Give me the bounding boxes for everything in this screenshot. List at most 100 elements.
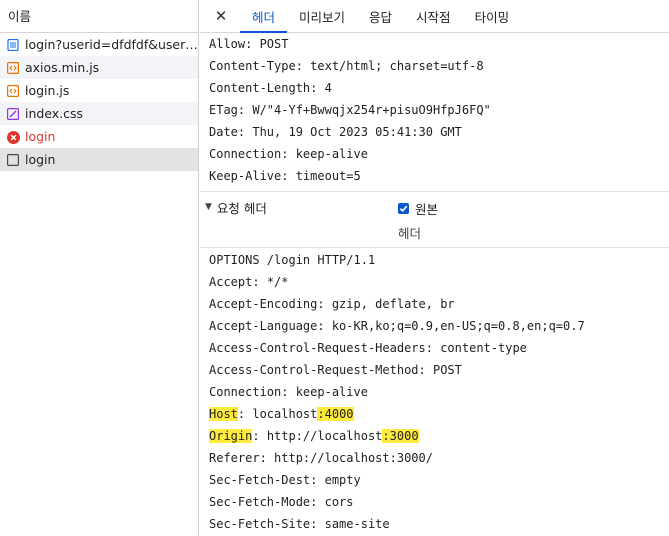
- header-value: POST: [259, 37, 289, 51]
- header-line: Sec-Fetch-Site: same-site: [209, 517, 390, 531]
- header-value: timeout=5: [295, 169, 361, 183]
- request-row[interactable]: login.js: [0, 79, 198, 102]
- name-column-header[interactable]: 이름: [0, 0, 198, 33]
- request-name: login?userid=dfdfdf&userpassword=: [25, 37, 198, 52]
- request-list: login?userid=dfdfdf&userpassword= axios.m…: [0, 33, 198, 171]
- header-line: Host: localhost:4000: [209, 407, 354, 421]
- header-line: Accept-Encoding: gzip, deflate, br: [209, 297, 455, 311]
- tab-3[interactable]: 시작점: [404, 0, 463, 32]
- header-value: ko-KR,ko;q=0.9,en-US;q=0.8,en;q=0.7: [331, 319, 585, 333]
- header-value: text/html; charset=utf-8: [310, 59, 484, 73]
- header-line: Sec-Fetch-Dest: empty: [209, 473, 361, 487]
- header-line: Keep-Alive: timeout=5: [209, 169, 361, 183]
- header-line: Access-Control-Request-Method: POST: [209, 363, 462, 377]
- header-name: Allow: [209, 37, 246, 51]
- header-value: gzip, deflate, br: [331, 297, 455, 311]
- header-line: Content-Type: text/html; charset=utf-8: [209, 59, 484, 73]
- header-line: Origin: http://localhost:3000: [209, 429, 419, 443]
- header-value: localhost: [252, 407, 318, 421]
- request-name: axios.min.js: [25, 60, 100, 75]
- response-headers-list: Allow: POST Content-Type: text/html; char…: [200, 33, 669, 187]
- header-name: Accept-Language: [209, 319, 318, 333]
- header-name: Content-Type: [209, 59, 296, 73]
- tab-1[interactable]: 미리보기: [287, 0, 357, 32]
- header-value: POST: [432, 363, 462, 377]
- header-name: Sec-Fetch-Mode: [209, 495, 311, 509]
- request-headers-section-header[interactable]: ▼ 요청 헤더 원본: [200, 191, 669, 222]
- close-icon: ✕: [214, 7, 228, 25]
- header-name: Connection: [209, 147, 282, 161]
- header-value: keep-alive: [295, 385, 368, 399]
- header-name: Sec-Fetch-Dest: [209, 473, 311, 487]
- header-line: ETag: W/"4-Yf+Bwwqjx254r+pisuO9HfpJ6FQ": [209, 103, 491, 117]
- stylesheet-icon: [7, 107, 20, 120]
- raw-label: 원본: [415, 202, 439, 217]
- header-line: Date: Thu, 19 Oct 2023 05:41:30 GMT: [209, 125, 462, 139]
- close-button[interactable]: ✕: [210, 0, 232, 32]
- request-row[interactable]: login?userid=dfdfdf&userpassword=: [0, 33, 198, 56]
- header-name: Sec-Fetch-Site: [209, 517, 311, 531]
- header-value: Thu, 19 Oct 2023 05:41:30 GMT: [252, 125, 462, 139]
- raw-toggle[interactable]: 원본: [398, 199, 438, 218]
- details-tabbar: ✕ 헤더 미리보기 응답 시작점 타이밍: [200, 0, 669, 33]
- header-name: Access-Control-Request-Method: [209, 363, 419, 377]
- header-name: Keep-Alive: [209, 169, 282, 183]
- header-name: Connection: [209, 385, 282, 399]
- header-line: Sec-Fetch-Mode: cors: [209, 495, 354, 509]
- header-value: http://localhost:3000/: [274, 451, 433, 465]
- request-row[interactable]: login: [0, 148, 198, 171]
- request-headers-list: OPTIONS /login HTTP/1.1 Accept: */* Accept…: [200, 248, 669, 535]
- port-separator: :: [317, 407, 325, 421]
- tab-2[interactable]: 응답: [357, 0, 404, 32]
- triangle-down-icon: ▼: [205, 202, 212, 212]
- header-value: keep-alive: [295, 147, 368, 161]
- port-separator: :: [382, 429, 390, 443]
- request-row[interactable]: axios.min.js: [0, 56, 198, 79]
- header-line: Access-Control-Request-Headers: content-…: [209, 341, 527, 355]
- header-value: 4: [324, 81, 332, 95]
- header-value: cors: [324, 495, 354, 509]
- tab-0[interactable]: 헤더: [240, 0, 288, 33]
- header-name: Referer: [209, 451, 260, 465]
- header-name: Host: [209, 407, 238, 421]
- header-value-port: 4000: [324, 407, 354, 421]
- header-name: Content-Length: [209, 81, 311, 95]
- request-name: login: [25, 129, 56, 144]
- header-value: same-site: [324, 517, 390, 531]
- header-line: Accept: */*: [209, 275, 289, 289]
- error-icon: [7, 130, 20, 144]
- header-name: Date: [209, 125, 238, 139]
- header-name: ETag: [209, 103, 238, 117]
- header-value-port: 3000: [389, 429, 419, 443]
- header-line: Referer: http://localhost:3000/: [209, 451, 433, 465]
- request-headers-title: 요청 헤더: [216, 200, 267, 216]
- header-name: Accept: [209, 275, 253, 289]
- request-name: index.css: [25, 106, 84, 121]
- request-name: login: [25, 152, 56, 167]
- header-line: Allow: POST: [209, 37, 289, 51]
- header-line: Connection: keep-alive: [209, 147, 368, 161]
- script-icon: [7, 61, 20, 74]
- header-name: Origin: [209, 429, 253, 443]
- header-line: OPTIONS /login HTTP/1.1: [200, 249, 669, 271]
- header-value: W/"4-Yf+Bwwqjx254r+pisuO9HfpJ6FQ": [252, 103, 491, 117]
- checkbox-checked-icon[interactable]: [398, 203, 409, 214]
- headers-subheader: 헤더: [200, 222, 669, 248]
- request-row[interactable]: login: [0, 125, 198, 148]
- details-panel: ✕ 헤더 미리보기 응답 시작점 타이밍 Allow: POST Content-Type…: [200, 0, 669, 536]
- headers-subheader-label: 헤더: [397, 226, 421, 241]
- tab-4[interactable]: 타이밍: [463, 0, 522, 32]
- header-name: Access-Control-Request-Headers: [209, 341, 426, 355]
- request-name: login.js: [25, 83, 70, 98]
- request-row[interactable]: index.css: [0, 102, 198, 125]
- header-value: content-type: [440, 341, 527, 355]
- request-line: OPTIONS /login HTTP/1.1: [209, 253, 376, 267]
- script-icon: [7, 84, 20, 97]
- name-column-label: 이름: [8, 9, 32, 24]
- document-icon: [7, 38, 19, 51]
- request-list-panel: 이름 login?userid=dfdfdf&userpassword= axio…: [0, 0, 199, 536]
- header-value: empty: [324, 473, 361, 487]
- header-line: Connection: keep-alive: [209, 385, 368, 399]
- section-title: ▼ 요청 헤더: [200, 198, 267, 217]
- header-line: Accept-Language: ko-KR,ko;q=0.9,en-US;q=…: [209, 319, 585, 333]
